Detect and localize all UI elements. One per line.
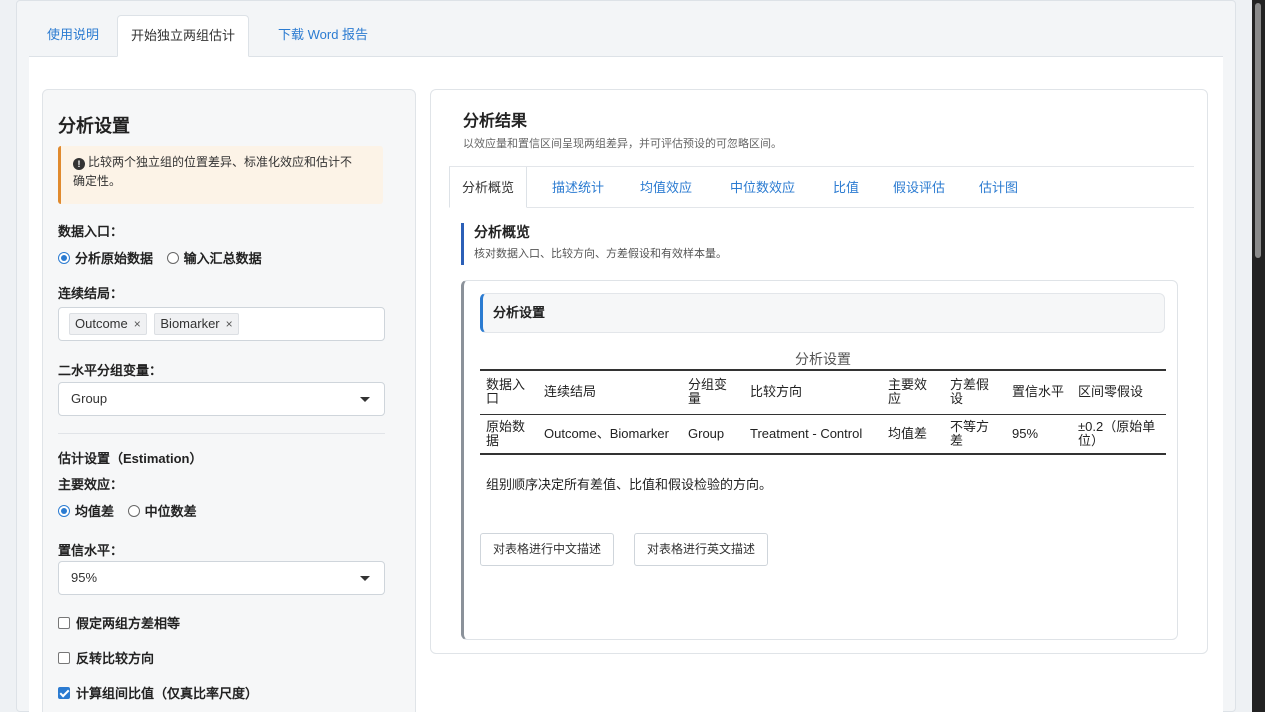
chip-outcome: Outcome ×: [69, 313, 147, 335]
radio-summary-data-label: 输入汇总数据: [183, 251, 262, 266]
chip-label: Biomarker: [160, 316, 220, 331]
results-subtitle: 以效应量和置信区间呈现两组差异，并可评估预设的可忽略区间。: [463, 138, 782, 150]
column-header: 分组变量: [682, 369, 744, 415]
conf-select[interactable]: 95%: [58, 561, 385, 595]
estimation-label: 估计设置（Estimation）: [58, 451, 203, 466]
checkbox-ratio-label: 计算组间比值（仅真比率尺度）: [76, 686, 259, 701]
table-note: 组别顺序决定所有差值、比值和假设检验的方向。: [486, 477, 773, 492]
effect-radio-group: 均值差 中位数差: [58, 501, 207, 520]
group-label: 二水平分组变量：: [58, 363, 163, 378]
table-cell: ±0.2（原始单位）: [1072, 414, 1166, 455]
tab-download-report[interactable]: 下载 Word 报告: [265, 15, 381, 57]
tab-mean-effect[interactable]: 均值效应: [628, 167, 704, 208]
table-cell: Group: [682, 414, 744, 455]
info-text-1: 比较两个独立组的位置差异、标准化效应和估计不: [88, 155, 353, 169]
scrollbar-thumb[interactable]: [1255, 3, 1261, 258]
radio-median-diff[interactable]: 中位数差: [127, 504, 197, 519]
results-panel: 分析结果 以效应量和置信区间呈现两组差异，并可评估预设的可忽略区间。 分析概览 …: [430, 89, 1208, 654]
column-header: 方差假设: [944, 369, 1006, 415]
info-text-2: 确定性。: [73, 174, 122, 188]
table-cell: 95%: [1006, 414, 1072, 455]
radio-raw-data[interactable]: 分析原始数据: [58, 251, 153, 266]
data-entry-radio-group: 分析原始数据 输入汇总数据: [58, 248, 272, 267]
settings-title: 分析设置: [58, 116, 130, 136]
radio-checked-icon: [58, 252, 70, 264]
checkbox-ratio[interactable]: 计算组间比值（仅真比率尺度）: [58, 683, 258, 702]
tab-median-effect[interactable]: 中位数效应: [718, 167, 807, 208]
radio-raw-data-label: 分析原始数据: [75, 251, 154, 266]
tab-overview[interactable]: 分析概览: [449, 167, 528, 208]
table-cell: Outcome、Biomarker: [538, 414, 682, 455]
column-header: 数据入口: [480, 369, 538, 415]
radio-mean-diff[interactable]: 均值差: [58, 504, 114, 519]
results-title: 分析结果: [463, 113, 528, 130]
info-callout: ! 比较两个独立组的位置差异、标准化效应和估计不 确定性。: [58, 146, 383, 204]
checkbox-equal-variance-label: 假定两组方差相等: [76, 616, 181, 631]
table-caption: 分析设置: [795, 351, 851, 367]
describe-chinese-button[interactable]: 对表格进行中文描述: [480, 533, 615, 566]
radio-unchecked-icon: [127, 505, 140, 517]
checkbox-reverse[interactable]: 反转比较方向: [58, 648, 154, 667]
conf-select-value: 95%: [71, 570, 98, 585]
chip-label: Outcome: [75, 316, 128, 331]
radio-unchecked-icon: [166, 252, 179, 264]
tab-start-estimation[interactable]: 开始独立两组估计: [117, 15, 250, 57]
info-icon: !: [73, 158, 85, 170]
group-select[interactable]: Group: [58, 382, 385, 416]
radio-median-diff-label: 中位数差: [144, 504, 197, 519]
radio-summary-data[interactable]: 输入汇总数据: [166, 251, 262, 266]
column-header: 置信水平: [1006, 369, 1072, 415]
settings-panel: 分析设置 ! 比较两个独立组的位置差异、标准化效应和估计不 确定性。 数据入口： …: [42, 89, 416, 712]
tab-estimation-plot[interactable]: 估计图: [967, 167, 1030, 208]
effect-label: 主要效应：: [58, 477, 124, 492]
checkbox-checked-icon: [58, 687, 70, 699]
tab-hypothesis[interactable]: 假设评估: [881, 167, 957, 208]
tab-ratio[interactable]: 比值: [821, 167, 871, 208]
describe-english-button[interactable]: 对表格进行英文描述: [634, 533, 769, 566]
settings-table: 数据入口 连续结局 分组变量 比较方向 主要效应 方差假设 置信水平 区间零假设…: [480, 369, 1166, 455]
main-tabs: 使用说明 开始独立两组估计 下载 Word 报告: [17, 15, 1237, 57]
checkbox-unchecked-icon: [58, 617, 70, 629]
table-header-row: 数据入口 连续结局 分组变量 比较方向 主要效应 方差假设 置信水平 区间零假设: [480, 369, 1166, 415]
tab-instructions[interactable]: 使用说明: [34, 15, 112, 57]
table-cell: Treatment - Control: [744, 414, 882, 455]
chip-biomarker: Biomarker ×: [154, 313, 239, 335]
column-header: 主要效应: [882, 369, 944, 415]
column-header: 区间零假设: [1072, 369, 1166, 415]
checkbox-reverse-label: 反转比较方向: [76, 651, 155, 666]
section-title: 分析概览: [474, 224, 530, 240]
data-entry-label: 数据入口：: [58, 224, 124, 239]
section-subtitle: 核对数据入口、比较方向、方差假设和有效样本量。: [474, 248, 727, 260]
column-header: 连续结局: [538, 369, 682, 415]
table-cell: 均值差: [882, 414, 944, 455]
group-select-value: Group: [71, 391, 108, 406]
column-header: 比较方向: [744, 369, 882, 415]
scrollbar[interactable]: [1252, 0, 1265, 712]
divider: [58, 433, 385, 434]
chip-remove-icon[interactable]: ×: [226, 317, 233, 331]
chevron-down-icon: [360, 397, 370, 402]
radio-mean-diff-label: 均值差: [75, 504, 115, 519]
conf-label: 置信水平：: [58, 543, 124, 558]
outcome-label: 连续结局：: [58, 286, 124, 301]
outcome-multiselect[interactable]: Outcome × Biomarker ×: [58, 307, 385, 341]
radio-checked-icon: [58, 505, 70, 517]
table-cell: 不等方差: [944, 414, 1006, 455]
chevron-down-icon: [360, 576, 370, 581]
settings-card: 分析设置 分析设置 数据入口 连续结局 分组变量 比较方向 主要效应 方差假设 …: [461, 280, 1178, 640]
tab-descriptive[interactable]: 描述统计: [540, 167, 616, 208]
chip-remove-icon[interactable]: ×: [134, 317, 141, 331]
checkbox-equal-variance[interactable]: 假定两组方差相等: [58, 613, 180, 632]
section-header: 分析概览 核对数据入口、比较方向、方差假设和有效样本量。: [461, 223, 727, 265]
table-cell: 原始数据: [480, 414, 538, 455]
results-tabs: 分析概览 描述统计 均值效应 中位数效应 比值 假设评估 估计图: [449, 166, 1194, 208]
card-title: 分析设置: [480, 293, 1165, 333]
checkbox-unchecked-icon: [58, 652, 70, 664]
table-row: 原始数据 Outcome、Biomarker Group Treatment -…: [480, 414, 1166, 455]
